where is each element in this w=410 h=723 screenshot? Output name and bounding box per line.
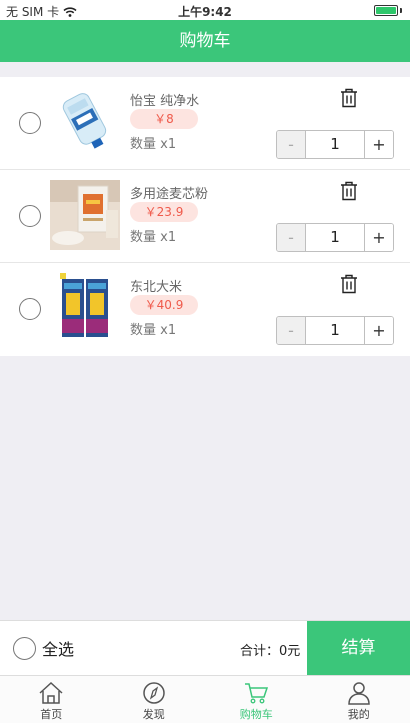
tab-bar: 首页 发现 购物车 我的 (0, 675, 410, 723)
nav-bar: 购物车 (0, 20, 410, 62)
increase-button[interactable]: + (364, 224, 393, 251)
item-quantity-label: 数量 x1 (130, 230, 177, 245)
water-bottle-image (62, 93, 107, 149)
item-name: 怡宝 纯净水 (130, 94, 200, 109)
item-select-radio[interactable] (19, 298, 41, 320)
item-price: ￥8 (130, 109, 198, 129)
tab-cart[interactable]: 购物车 (205, 676, 308, 723)
cart-item: 多用途麦芯粉 ￥23.9 数量 x1 - 1 + (0, 170, 410, 263)
quantity-value[interactable]: 1 (306, 131, 364, 158)
flour-bag-image (50, 180, 120, 250)
battery-tip (400, 8, 402, 13)
trash-icon[interactable] (340, 181, 358, 201)
tab-label: 发现 (142, 708, 165, 721)
tab-label: 我的 (347, 708, 370, 721)
cart-icon (245, 683, 269, 704)
item-quantity-label: 数量 x1 (130, 323, 177, 338)
total-amount: 合计：0元 (240, 644, 301, 659)
quantity-value[interactable]: 1 (306, 317, 364, 344)
decrease-button[interactable]: - (277, 224, 306, 251)
tab-home[interactable]: 首页 (0, 676, 103, 723)
trash-icon[interactable] (340, 274, 358, 294)
item-price: ￥23.9 (130, 202, 198, 222)
increase-button[interactable]: + (364, 131, 393, 158)
checkout-button[interactable]: 结算 (307, 621, 410, 676)
select-all-radio[interactable] (13, 636, 36, 660)
trash-icon[interactable] (340, 88, 358, 108)
item-select-radio[interactable] (19, 112, 41, 134)
quantity-stepper: - 1 + (276, 130, 394, 159)
page-title: 购物车 (179, 31, 231, 51)
tab-discover[interactable]: 发现 (103, 676, 206, 723)
quantity-stepper: - 1 + (276, 316, 394, 345)
item-name: 多用途麦芯粉 (130, 187, 209, 202)
select-all-toggle[interactable]: 全选 (13, 636, 74, 660)
item-price: ￥40.9 (130, 295, 198, 315)
cart-list: 怡宝 纯净水 ￥8 数量 x1 - 1 + 多用途麦芯粉 ￥23.9 数量 x1 (0, 77, 410, 356)
tab-label: 首页 (40, 708, 63, 721)
item-quantity-label: 数量 x1 (130, 137, 177, 152)
battery-icon (374, 5, 398, 16)
compass-icon (143, 682, 165, 704)
decrease-button[interactable]: - (277, 317, 306, 344)
cart-item: 东北大米 ￥40.9 数量 x1 - 1 + (0, 263, 410, 356)
status-time: 上午9:42 (178, 5, 232, 19)
home-icon (39, 681, 63, 704)
select-all-label: 全选 (42, 640, 75, 659)
status-bar: 无 SIM 卡 上午9:42 (0, 0, 410, 20)
quantity-value[interactable]: 1 (306, 224, 364, 251)
increase-button[interactable]: + (364, 317, 393, 344)
item-name: 东北大米 (130, 280, 183, 295)
tab-profile[interactable]: 我的 (308, 676, 410, 723)
checkout-bar: 全选 合计：0元 结算 (0, 620, 410, 676)
quantity-stepper: - 1 + (276, 223, 394, 252)
item-select-radio[interactable] (19, 205, 41, 227)
rice-bag-image (60, 273, 108, 337)
tab-label: 购物车 (239, 708, 273, 721)
cart-item: 怡宝 纯净水 ￥8 数量 x1 - 1 + (0, 77, 410, 170)
user-icon (347, 682, 370, 705)
decrease-button[interactable]: - (277, 131, 306, 158)
